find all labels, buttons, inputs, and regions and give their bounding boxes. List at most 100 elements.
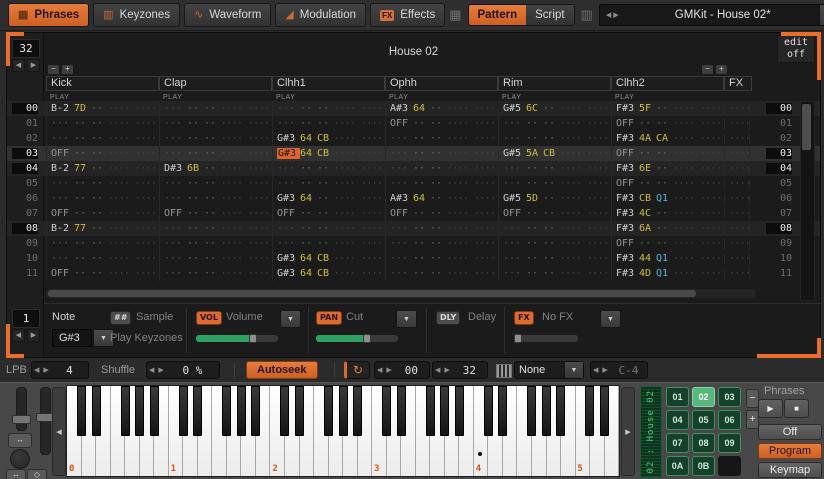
base-note-next-icon[interactable]: ▶: [600, 366, 609, 374]
tracker-row-11[interactable]: 11OFF········ ··············· ····G#364C…: [7, 266, 820, 281]
note-cell[interactable]: ··········· ····: [385, 251, 498, 266]
black-key[interactable]: [455, 386, 464, 436]
base-note-prev-icon[interactable]: ◀: [591, 366, 600, 374]
note-cell[interactable]: OFF········ ····: [46, 266, 159, 281]
vertical-scrollbar-handle[interactable]: [802, 104, 811, 150]
shuffle-prev-icon[interactable]: ◀: [147, 366, 156, 374]
loop-start-next-icon[interactable]: ▶: [384, 366, 393, 374]
black-key[interactable]: [135, 386, 144, 436]
phrase-pad-01[interactable]: 01: [666, 387, 689, 407]
tracker-row-02[interactable]: 02··········· ··············· ····G#364C…: [7, 131, 820, 146]
volume-dropdown-icon[interactable]: ▼: [280, 310, 301, 328]
phrase-pad-02[interactable]: 02: [692, 387, 715, 407]
black-key[interactable]: [339, 386, 348, 436]
note-cell[interactable]: F#34C······ ····: [611, 206, 724, 221]
phrase-mode-off-button[interactable]: Off: [758, 424, 822, 440]
fx-cell[interactable]: ····: [724, 254, 750, 264]
note-cell[interactable]: A#364······ ····: [385, 101, 498, 116]
note-cell[interactable]: ··········· ····: [46, 236, 159, 251]
add-fx-column-button[interactable]: +: [715, 64, 728, 75]
tracker-row-06[interactable]: 06··········· ··············· ····G#364·…: [7, 191, 820, 206]
note-cell[interactable]: ··········· ····: [272, 236, 385, 251]
note-cell[interactable]: G#364CB···· ····: [272, 131, 385, 146]
note-cell[interactable]: F#36E······ ····: [611, 161, 724, 176]
selected-phrase-strip[interactable]: 02 : House 02: [640, 386, 662, 478]
black-key[interactable]: [237, 386, 246, 436]
black-key[interactable]: [498, 386, 507, 436]
wheel-reset-button[interactable]: ↔: [8, 433, 32, 448]
note-cell[interactable]: ··········· ····: [498, 161, 611, 176]
fx-cell[interactable]: ····: [724, 149, 750, 159]
note-cell[interactable]: G#364CB···· ····: [272, 266, 385, 281]
macro-knob[interactable]: [10, 449, 30, 469]
pitchbend-wheel-handle[interactable]: [12, 415, 31, 424]
black-key[interactable]: [585, 386, 594, 436]
phrase-stop-button[interactable]: ■: [784, 399, 809, 418]
track-name[interactable]: Clap: [159, 76, 272, 91]
phrase-pad-03[interactable]: 03: [718, 387, 741, 407]
script-toggle[interactable]: Script: [526, 5, 573, 25]
volume-column-icon[interactable]: VOL: [196, 311, 222, 325]
track-play-mode-label[interactable]: PLAY: [159, 91, 272, 101]
tracker-row-05[interactable]: 05··········· ··············· ··········…: [7, 176, 820, 191]
fx-cell[interactable]: ····: [724, 134, 750, 144]
mapping-select[interactable]: None ▼: [514, 361, 584, 379]
black-key[interactable]: [92, 386, 101, 436]
instrument-dropdown-icon[interactable]: ▼: [819, 5, 824, 25]
note-column-remove-add-left[interactable]: −+: [47, 64, 74, 75]
phrase-play-button[interactable]: ▶: [758, 399, 783, 418]
phrase-pad-06[interactable]: 06: [718, 410, 741, 430]
note-cell[interactable]: ··········· ····: [498, 116, 611, 131]
black-key[interactable]: [484, 386, 493, 436]
black-key[interactable]: [527, 386, 536, 436]
note-cell[interactable]: ··········· ····: [46, 191, 159, 206]
note-cell[interactable]: ··········· ····: [46, 176, 159, 191]
track-play-mode-label[interactable]: PLAY: [385, 91, 498, 101]
tracker-row-00[interactable]: 00B-27D······ ··············· ··········…: [7, 101, 820, 116]
instrument-prev-next-icons[interactable]: ◀▶: [600, 11, 627, 19]
base-note-stepper[interactable]: ◀▶ C-4: [590, 361, 648, 379]
tracker-row-10[interactable]: 10··········· ··············· ····G#364C…: [7, 251, 820, 266]
note-cell[interactable]: ··········· ····: [159, 251, 272, 266]
fx-cell[interactable]: ····: [724, 209, 750, 219]
note-cell[interactable]: D#36B······ ····: [159, 161, 272, 176]
cut-dropdown-icon[interactable]: ▼: [396, 310, 417, 328]
note-cell[interactable]: F#344Q1···· ····: [611, 251, 724, 266]
track-play-mode-label[interactable]: PLAY: [498, 91, 611, 101]
tab-waveform[interactable]: ∿Waveform: [184, 3, 271, 27]
note-cell[interactable]: ··········· ····: [498, 266, 611, 281]
black-key[interactable]: [251, 386, 260, 436]
black-key[interactable]: [280, 386, 289, 436]
note-cell[interactable]: OFF········ ····: [385, 206, 498, 221]
note-cell[interactable]: G#364CB···· ····: [272, 251, 385, 266]
note-cell[interactable]: ··········· ····: [272, 161, 385, 176]
note-cell[interactable]: ··········· ····: [272, 101, 385, 116]
fx-cell[interactable]: ····: [724, 194, 750, 204]
phrase-mode-keymap-button[interactable]: Keymap: [758, 462, 822, 478]
tab-effects[interactable]: FXEffects: [370, 3, 445, 27]
vertical-scrollbar[interactable]: [800, 101, 815, 301]
black-key[interactable]: [193, 386, 202, 436]
note-cell[interactable]: ··········· ····: [159, 116, 272, 131]
horizontal-scrollbar[interactable]: [46, 289, 756, 298]
phrase-pad-08[interactable]: 08: [692, 433, 715, 453]
black-key[interactable]: [353, 386, 362, 436]
note-cell[interactable]: F#3CBQ1···· ····: [611, 191, 724, 206]
black-key[interactable]: [397, 386, 406, 436]
tracker-row-09[interactable]: 09··········· ··············· ··········…: [7, 236, 820, 251]
track-name[interactable]: FX: [724, 76, 752, 91]
note-cell[interactable]: B-277······ ····: [46, 221, 159, 236]
note-cell[interactable]: B-277······ ····: [46, 161, 159, 176]
fx-cell[interactable]: ····: [724, 239, 750, 249]
track-header-ophh[interactable]: OphhPLAY: [385, 76, 498, 101]
black-key[interactable]: [150, 386, 159, 436]
tracker-row-03[interactable]: 03OFF········ ··············· ····G#364C…: [7, 146, 820, 161]
pan-column-icon[interactable]: PAN: [316, 311, 342, 325]
track-play-mode-label[interactable]: PLAY: [611, 91, 724, 101]
phrase-pad-0A[interactable]: 0A: [666, 456, 689, 476]
fx-cell[interactable]: ····: [724, 179, 750, 189]
phrase-mode-program-button[interactable]: Program: [758, 443, 822, 459]
sample-column-icon[interactable]: ##: [110, 311, 131, 325]
note-cell[interactable]: ··········· ····: [498, 221, 611, 236]
note-cell[interactable]: G#364CB···· ····: [272, 146, 385, 161]
